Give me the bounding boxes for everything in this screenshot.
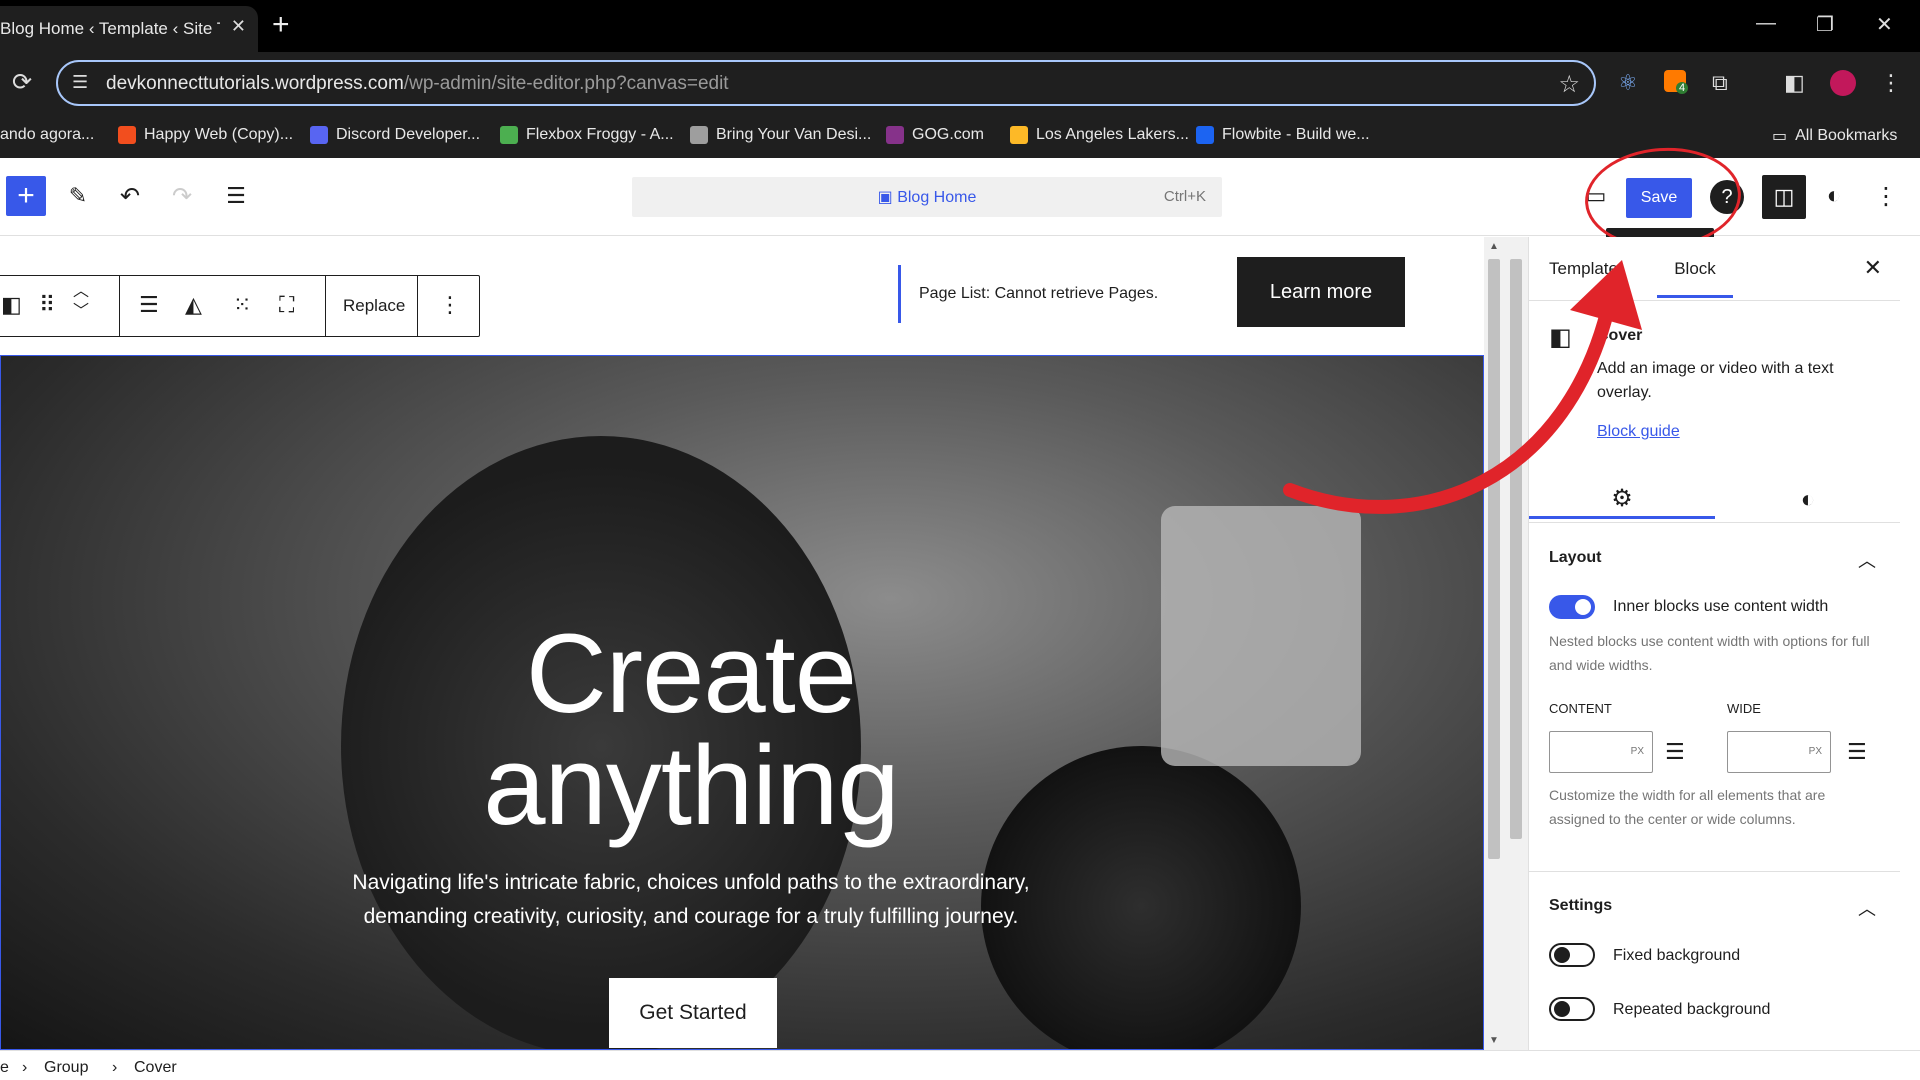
undo-icon[interactable]: ↶ <box>114 180 146 212</box>
move-up-down-icon[interactable]: ︿ ﹀ <box>73 282 89 322</box>
breadcrumb-separator-icon: › <box>22 1059 28 1076</box>
bookmark-star-icon[interactable]: ☆ <box>1558 70 1580 99</box>
close-sidebar-icon[interactable]: ✕ <box>1864 255 1882 281</box>
new-tab-icon[interactable]: + <box>272 10 290 40</box>
redo-icon[interactable]: ↷ <box>166 180 198 212</box>
bookmark-favicon-icon <box>310 126 328 144</box>
content-width-label: CONTENT <box>1549 701 1612 716</box>
chevron-up-icon[interactable]: ︿ <box>1858 895 1876 921</box>
bookmarks-bar: ando agora... Happy Web (Copy)... Discord … <box>0 114 1920 158</box>
edit-pencil-icon[interactable]: ✎ <box>62 180 94 212</box>
bookmark-favicon-icon <box>886 126 904 144</box>
chevron-up-icon[interactable]: ︿ <box>1858 547 1876 573</box>
width-help-text: Customize the width for all elements tha… <box>1549 787 1826 827</box>
document-overview-icon[interactable]: ☰ <box>220 180 252 212</box>
breadcrumb-separator-icon: › <box>112 1059 118 1076</box>
fixed-background-toggle[interactable] <box>1549 943 1595 967</box>
align-icon[interactable]: ☰ <box>139 292 159 318</box>
settings-panel-title[interactable]: Settings <box>1549 897 1612 915</box>
settings-sidebar-toggle-icon[interactable]: ◫ <box>1762 175 1806 219</box>
bookmark-item[interactable]: ando agora... <box>0 126 94 144</box>
extensions-puzzle-icon[interactable]: ⧉ <box>1712 70 1728 96</box>
annotation-arrow <box>1283 260 1642 514</box>
breadcrumb-item[interactable]: Cover <box>134 1059 177 1077</box>
extension-badge: 4 <box>1676 82 1689 94</box>
inner-blocks-label: Inner blocks use content width <box>1613 598 1829 615</box>
focal-point-icon[interactable]: ◭ <box>185 292 202 318</box>
profile-avatar-icon[interactable] <box>1830 70 1856 102</box>
contrast-icon: ◐ <box>1800 486 1816 513</box>
block-breadcrumb: e › Group › Cover <box>0 1050 1920 1080</box>
bookmark-item[interactable]: Discord Developer... <box>310 126 480 144</box>
bookmark-item[interactable]: Los Angeles Lakers... <box>1010 126 1189 144</box>
extension-icon[interactable]: 4 <box>1664 70 1689 98</box>
bookmark-item[interactable]: GOG.com <box>886 126 984 144</box>
command-title: Blog Home <box>897 189 977 206</box>
options-menu-icon[interactable]: ⋮ <box>1870 180 1902 212</box>
address-bar[interactable]: ☰ devkonnecttutorials.wordpress.com/wp-a… <box>56 60 1596 106</box>
styles-icon[interactable]: ◐ <box>1818 180 1850 212</box>
command-shortcut: Ctrl+K <box>1163 188 1206 205</box>
folder-icon: ▭ <box>1772 128 1788 145</box>
editor-canvas[interactable]: ◧ ⠿ ︿ ﹀ ☰ ◭ ⁙ ⛶ Replace ⋮ Page List: Cann… <box>0 237 1484 1050</box>
content-width-input[interactable]: PX <box>1549 731 1653 773</box>
cover-block[interactable]: Create anything Navigating life's intrica… <box>0 355 1484 1050</box>
styles-tab[interactable]: ◐ <box>1715 481 1900 519</box>
bookmark-item[interactable]: Bring Your Van Desi... <box>690 126 871 144</box>
hero-paragraph: Navigating life's intricate fabric, choi… <box>352 871 1030 928</box>
react-devtools-icon[interactable]: ⚛ <box>1618 70 1638 96</box>
all-bookmarks[interactable]: ▭ All Bookmarks <box>1772 126 1897 146</box>
full-height-icon[interactable]: ⛶ <box>279 292 294 318</box>
bookmark-favicon-icon <box>500 126 518 144</box>
tab-block[interactable]: Block <box>1657 259 1733 298</box>
browser-tab[interactable]: Blog Home ‹ Template ‹ Site Titl ✕ <box>0 6 258 52</box>
hero-heading: Create anything <box>483 611 899 848</box>
side-panel-icon[interactable]: ◧ <box>1784 70 1805 96</box>
block-options-icon[interactable]: ⋮ <box>439 292 461 318</box>
bookmark-favicon-icon <box>1010 126 1028 144</box>
drag-handle-icon[interactable]: ⠿ <box>39 292 55 318</box>
scroll-down-icon[interactable]: ▼ <box>1489 1035 1499 1046</box>
justify-center-icon[interactable]: ☰ <box>1665 739 1685 765</box>
wide-width-label: WIDE <box>1727 701 1761 716</box>
cover-image-highlight <box>1161 506 1361 766</box>
justify-wide-icon[interactable]: ☰ <box>1847 739 1867 765</box>
browser-tabstrip: Blog Home ‹ Template ‹ Site Titl ✕ + — ❐… <box>0 0 1920 52</box>
close-window-icon[interactable]: ✕ <box>1876 12 1893 37</box>
minimize-icon[interactable]: — <box>1756 12 1776 35</box>
get-started-button[interactable]: Get Started <box>609 978 777 1048</box>
replace-button[interactable]: Replace <box>343 296 405 316</box>
restore-icon[interactable]: ❐ <box>1816 12 1834 37</box>
bookmark-favicon-icon <box>1196 126 1214 144</box>
wide-width-input[interactable]: PX <box>1727 731 1831 773</box>
site-info-icon[interactable]: ☰ <box>72 72 92 92</box>
repeated-background-toggle[interactable] <box>1549 997 1595 1021</box>
layout-help-text: Nested blocks use content width with opt… <box>1549 633 1870 673</box>
position-grid-icon[interactable]: ⁙ <box>233 292 251 318</box>
bookmark-item[interactable]: Happy Web (Copy)... <box>118 126 293 144</box>
url-text: devkonnecttutorials.wordpress.com/wp-adm… <box>106 73 729 94</box>
block-toolbar: ◧ ⠿ ︿ ﹀ ☰ ◭ ⁙ ⛶ Replace ⋮ <box>0 275 480 337</box>
repeated-background-label: Repeated background <box>1613 1001 1771 1018</box>
bookmark-favicon-icon <box>118 126 136 144</box>
layout-panel-title[interactable]: Layout <box>1549 549 1601 567</box>
fixed-background-label: Fixed background <box>1613 947 1741 964</box>
breadcrumb-item[interactable]: e <box>0 1059 9 1077</box>
breadcrumb-item[interactable]: Group <box>44 1059 88 1077</box>
cover-block-icon[interactable]: ◧ <box>1 292 22 318</box>
command-palette[interactable]: ▣ Blog Home Ctrl+K <box>632 177 1222 217</box>
template-icon: ▣ <box>877 189 898 206</box>
browser-menu-icon[interactable]: ⋮ <box>1880 70 1902 96</box>
bookmark-favicon-icon <box>690 126 708 144</box>
close-tab-icon[interactable]: ✕ <box>231 16 246 37</box>
tab-title: Blog Home ‹ Template ‹ Site Titl <box>0 19 220 38</box>
add-block-button[interactable]: + <box>6 176 46 216</box>
bookmark-item[interactable]: Flexbox Froggy - A... <box>500 126 674 144</box>
reload-icon[interactable]: ⟳ <box>12 68 32 97</box>
inner-blocks-toggle[interactable] <box>1549 595 1595 619</box>
bookmark-item[interactable]: Flowbite - Build we... <box>1196 126 1370 144</box>
page-list-notice: Page List: Cannot retrieve Pages. <box>898 265 1158 323</box>
